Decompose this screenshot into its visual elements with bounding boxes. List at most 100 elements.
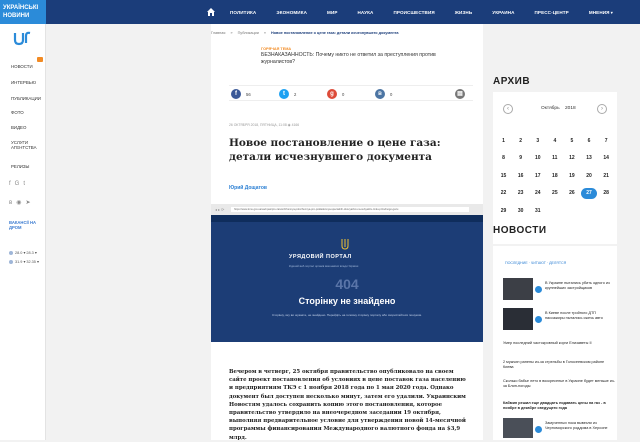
news-featured-item[interactable]: В Украине пытались убить одного из крупн… <box>503 278 615 302</box>
share-vk[interactable]: в0 <box>375 89 392 99</box>
calendar-day[interactable]: 3 <box>529 138 546 144</box>
print-button[interactable]: ▤ <box>455 89 465 99</box>
sidebar-item-photo[interactable]: ФОТО <box>11 110 24 115</box>
calendar-day[interactable]: 20 <box>580 173 597 179</box>
nav-life[interactable]: ЖИЗНЬ <box>455 10 472 15</box>
home-icon[interactable] <box>206 7 216 17</box>
site-logo[interactable]: УКРАЇНСЬКІ НОВИНИ <box>0 0 46 24</box>
sidebar-item-news[interactable]: НОВОСТИ <box>11 64 33 69</box>
sidebar-item-services[interactable]: УСЛУГИ АГЕНТСТВА <box>11 140 41 150</box>
nav-science[interactable]: НАУКА <box>358 10 374 15</box>
news-featured-item[interactable]: Замученных пока вывезли из Черноморского… <box>503 418 615 440</box>
right-column: АРХИВ ‹ Октябрь 2018 › 1 2 3 4 5 6 7 8 9 10 11 12 13… <box>493 24 628 440</box>
calendar-day[interactable]: 15 <box>495 173 512 179</box>
calendar-day[interactable]: 23 <box>512 190 529 196</box>
calendar-week: 29 30 31 <box>495 202 615 220</box>
calendar-month[interactable]: Октябрь <box>541 106 560 111</box>
breadcrumb-section[interactable]: Публикации <box>238 31 259 35</box>
breadcrumb-current: Новое постановление о цене газа: детали … <box>271 31 399 35</box>
hot-topic-label: ГОРЯЧАЯ ТЕМА <box>261 47 292 51</box>
calendar-day[interactable]: 11 <box>546 155 563 161</box>
share-twitter[interactable]: t2 <box>279 89 296 99</box>
sidebar-item-interview[interactable]: ИНТЕРВЬЮ <box>11 80 36 85</box>
social-icons: fGt <box>9 181 29 187</box>
google-plus-icon: g <box>327 89 337 99</box>
sidebar-item-releases[interactable]: РЕЛИЗЫ <box>11 164 29 169</box>
nav-economy[interactable]: ЭКОНОМИКА <box>276 10 307 15</box>
play-icon <box>535 426 542 433</box>
nav-press-center[interactable]: ПРЕСС-ЦЕНТР <box>535 10 569 15</box>
calendar-day[interactable]: 31 <box>529 208 546 214</box>
nav-opinions[interactable]: МНЕНИЯ <box>589 10 613 15</box>
calendar-week: 22 23 24 25 26 27 28 <box>495 185 615 203</box>
calendar-year[interactable]: 2018 <box>565 106 576 111</box>
calendar-day[interactable]: 30 <box>512 208 529 214</box>
calendar-week: 15 16 17 18 19 20 21 <box>495 167 615 185</box>
calendar-day[interactable]: 14 <box>598 155 615 161</box>
next-month-button[interactable]: › <box>597 104 607 114</box>
share-facebook[interactable]: f 56 <box>231 89 251 99</box>
news-list-item[interactable]: Сколько бабье лето в воскресенье в Украи… <box>503 379 615 389</box>
hot-topic-text[interactable]: БЕЗНАКАЗАННОСТЬ: Почему никто не ответил… <box>261 52 461 65</box>
portal-subtitle: Єдиний веб-портал органів виконавчої вла… <box>289 264 359 268</box>
calendar-week: 8 9 10 11 12 13 14 <box>495 150 615 168</box>
news-featured-item[interactable]: В Киеве после тройного ДТП пассажиры пыт… <box>503 308 615 332</box>
calendar-day[interactable]: 8 <box>495 155 512 161</box>
calendar-day[interactable]: 17 <box>529 173 546 179</box>
news-tabs[interactable]: ПОСЛЕДНИЕ · ЧИТАЮТ · ДЕЛЯТСЯ <box>505 261 566 265</box>
vk-icon: в <box>375 89 385 99</box>
news-heading: НОВОСТИ <box>493 225 547 236</box>
play-icon <box>535 286 542 293</box>
social-icons-2: в◉➤ <box>9 199 34 206</box>
rate-eur: 31.9 ▾ 32.35 ▾ <box>9 259 39 264</box>
calendar-day[interactable]: 4 <box>546 138 563 144</box>
calendar-day[interactable]: 29 <box>495 208 512 214</box>
calendar-day[interactable]: 5 <box>563 138 580 144</box>
calendar-day[interactable]: 7 <box>598 138 615 144</box>
nav-world[interactable]: МИР <box>327 10 338 15</box>
play-icon <box>535 316 542 323</box>
rate-usd: 28.0 ▾ 28.3 ▾ <box>9 250 37 255</box>
sidebar-item-publications[interactable]: ПУБЛИКАЦИИ <box>11 96 41 101</box>
news-list-item[interactable]: Кабмин решил еще двадцать подавать цены … <box>503 401 615 411</box>
twitter-icon[interactable]: t <box>23 181 29 187</box>
calendar-day[interactable]: 28 <box>598 190 615 196</box>
news-thumbnail <box>503 418 533 438</box>
share-google-plus[interactable]: g0 <box>327 89 344 99</box>
nav-incidents[interactable]: ПРОИСШЕСТВИЯ <box>393 10 434 15</box>
hot-topic[interactable]: ГОРЯЧАЯ ТЕМА БЕЗНАКАЗАННОСТЬ: Почему ник… <box>261 47 461 65</box>
print-icon: ▤ <box>455 89 465 99</box>
calendar-day[interactable]: 9 <box>512 155 529 161</box>
calendar-day[interactable]: 6 <box>580 138 597 144</box>
calendar-day[interactable]: 26 <box>563 190 580 196</box>
telegram-icon[interactable]: ➤ <box>25 200 34 206</box>
calendar-day[interactable]: 2 <box>512 138 529 144</box>
article-screenshot-image: ◂▸⟳ https://www.kmu.gov.ua/ua/npas/pro-z… <box>211 204 483 342</box>
twitter-icon: t <box>279 89 289 99</box>
news-list-item[interactable]: Умер последний частокровный корги Елизав… <box>503 341 615 346</box>
calendar-day[interactable]: 13 <box>580 155 597 161</box>
calendar-day[interactable]: 10 <box>529 155 546 161</box>
calendar-day[interactable]: 22 <box>495 190 512 196</box>
top-navbar: УКРАЇНСЬКІ НОВИНИ ПОЛИТИКА ЭКОНОМИКА МИР… <box>0 0 640 24</box>
calendar-day[interactable]: 12 <box>563 155 580 161</box>
brand-logo-icon[interactable] <box>13 30 33 46</box>
promo-banner[interactable]: ВАКАНСІЇ НА ДРОМ <box>9 220 39 230</box>
nav-ukraine[interactable]: УКРАИНА <box>492 10 514 15</box>
calendar-day[interactable]: 16 <box>512 173 529 179</box>
calendar-day[interactable]: 18 <box>546 173 563 179</box>
sidebar-item-video[interactable]: ВИДЕО <box>11 125 26 130</box>
calendar-day[interactable]: 24 <box>529 190 546 196</box>
calendar-day[interactable]: 1 <box>495 138 512 144</box>
new-badge <box>37 57 43 62</box>
article-author[interactable]: Юрий Дощатов <box>229 185 267 191</box>
nav-politics[interactable]: ПОЛИТИКА <box>230 10 256 15</box>
calendar-day[interactable]: 27 <box>580 187 598 199</box>
breadcrumb-home[interactable]: Главная <box>211 31 225 35</box>
calendar-day[interactable]: 19 <box>563 173 580 179</box>
news-list-item[interactable]: 2 мужчин ранены из-за стрельбы в Голосее… <box>503 360 615 370</box>
prev-month-button[interactable]: ‹ <box>503 104 513 114</box>
calendar-week: 1234567 <box>495 132 615 150</box>
calendar-day[interactable]: 25 <box>546 190 563 196</box>
calendar-day[interactable]: 21 <box>598 173 615 179</box>
